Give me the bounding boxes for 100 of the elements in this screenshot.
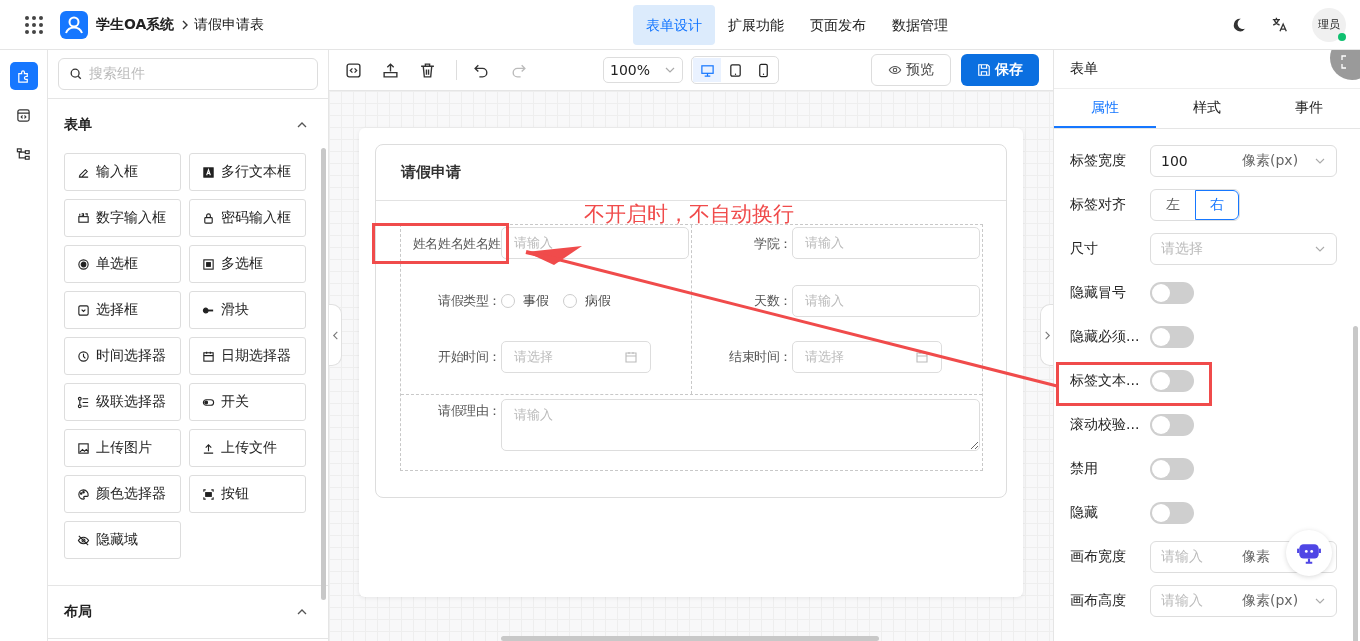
setting-label: 画布宽度 [1070,548,1127,566]
radio-label: 病假 [585,292,611,310]
calendar-icon [915,350,929,364]
setting-label: 标签对齐 [1070,196,1127,214]
component-item[interactable]: 多选框 [189,245,306,283]
setting-label: 画布高度 [1070,592,1127,610]
chevron-left-icon [330,330,340,340]
toggle-switch[interactable] [1150,414,1194,436]
palette-icon [77,487,90,501]
field-label: 学院： [753,235,792,253]
panel-tab[interactable]: 样式 [1156,89,1258,128]
app-title: 学生OA系统 [96,15,175,34]
component-item[interactable]: 颜色选择器 [64,475,181,513]
align-option[interactable]: 右 [1195,190,1239,220]
textarea-icon [202,165,215,179]
scrollbar[interactable] [321,148,326,600]
setting-label: 禁用 [1070,460,1099,478]
code-window-icon [16,107,31,123]
scrollbar[interactable] [501,636,879,641]
radio-option[interactable]: 病假 [563,292,611,310]
component-item[interactable]: 数字输入框 [64,199,181,237]
preview-button[interactable]: 预览 [871,54,951,86]
form-title: 请假申请 [401,163,461,182]
nav-tab[interactable]: 数据管理 [879,4,962,45]
button-icon [202,487,215,501]
assistant-button[interactable] [1286,530,1332,576]
tree-icon [16,146,31,162]
clock-icon [77,349,90,363]
toggle-switch[interactable] [1150,502,1194,524]
component-item[interactable]: 上传文件 [189,429,306,467]
nav-tab[interactable]: 扩展功能 [715,4,798,45]
translate-icon[interactable] [1271,15,1289,34]
annotation-text: 不开启时，不自动换行 [584,201,794,228]
field-label: 天数： [753,292,792,310]
puzzle-icon [16,68,31,84]
trash-icon[interactable] [419,61,436,79]
user-avatar[interactable]: 理员 [1312,7,1346,42]
section-title: 布局 [64,603,92,621]
user-logo-icon [60,10,88,39]
component-item[interactable]: 按钮 [189,475,306,513]
nav-tab[interactable]: 表单设计 [633,4,716,45]
setting-label: 标签宽度 [1070,152,1127,170]
panel-tab[interactable]: 属性 [1054,89,1156,128]
setting-label: 滚动校验... [1070,416,1141,434]
fullscreen-icon[interactable] [1330,50,1360,80]
upload-tray-icon[interactable] [382,61,399,79]
eye-icon [888,63,902,77]
code-icon[interactable] [345,61,362,79]
align-option[interactable]: 左 [1151,190,1195,220]
zoom-select[interactable]: 100% [603,57,684,83]
collapse-handle[interactable] [1040,304,1053,366]
number-field[interactable]: 请输入 像素(px) [1150,585,1337,617]
setting-label: 隐藏必须... [1070,328,1141,346]
image-icon [77,441,90,455]
field-label: 请假类型： [437,292,501,310]
select-icon [77,303,90,317]
field-label: 姓名姓名姓名姓 [411,235,501,253]
search-icon [69,67,83,81]
component-item[interactable]: 多行文本框 [189,153,306,191]
radio-label: 事假 [523,292,549,310]
component-item[interactable]: 开关 [189,383,306,421]
setting-label: 隐藏冒号 [1070,284,1127,302]
radio-option[interactable]: 事假 [501,292,549,310]
number-field[interactable]: 100 像素(px) [1150,145,1337,177]
component-item[interactable]: 输入框 [64,153,181,191]
panel-tab[interactable]: 事件 [1258,89,1360,128]
toggle-switch[interactable] [1150,326,1194,348]
component-item[interactable]: 时间选择器 [64,337,181,375]
component-item[interactable]: 上传图片 [64,429,181,467]
checkbox-icon [202,257,215,271]
collapse-handle[interactable] [329,304,342,366]
component-item[interactable]: 密码输入框 [189,199,306,237]
component-item[interactable]: 级联选择器 [64,383,181,421]
breadcrumb-item[interactable]: 请假申请表 [194,15,265,34]
field-label: 请假理由： [437,402,501,420]
field-label: 开始时间： [437,348,501,366]
component-item[interactable]: 单选框 [64,245,181,283]
number-icon [77,211,90,225]
calendar-icon [202,349,215,363]
apps-grid-icon[interactable] [24,14,44,35]
toggle-switch[interactable] [1150,370,1194,392]
upload-icon [202,441,215,455]
scrollbar[interactable] [1353,326,1358,641]
component-item[interactable]: 选择框 [64,291,181,329]
setting-label: 标签文本... [1070,372,1141,390]
calendar-icon [624,350,638,364]
save-button[interactable]: 保存 [961,54,1039,86]
section-title: 表单 [64,116,92,134]
panel-title: 表单 [1070,60,1098,78]
nav-tab[interactable]: 页面发布 [797,4,880,45]
component-item[interactable]: 日期选择器 [189,337,306,375]
component-item[interactable]: 隐藏域 [64,521,181,559]
monitor-icon [699,62,715,78]
toggle-switch[interactable] [1150,458,1194,480]
eyeoff-icon [77,533,90,547]
field-label: 结束时间： [728,348,792,366]
textarea-field[interactable]: 请输入 [501,399,980,451]
cascade-icon [77,395,90,409]
toggle-switch[interactable] [1150,282,1194,304]
component-item[interactable]: 滑块 [189,291,306,329]
